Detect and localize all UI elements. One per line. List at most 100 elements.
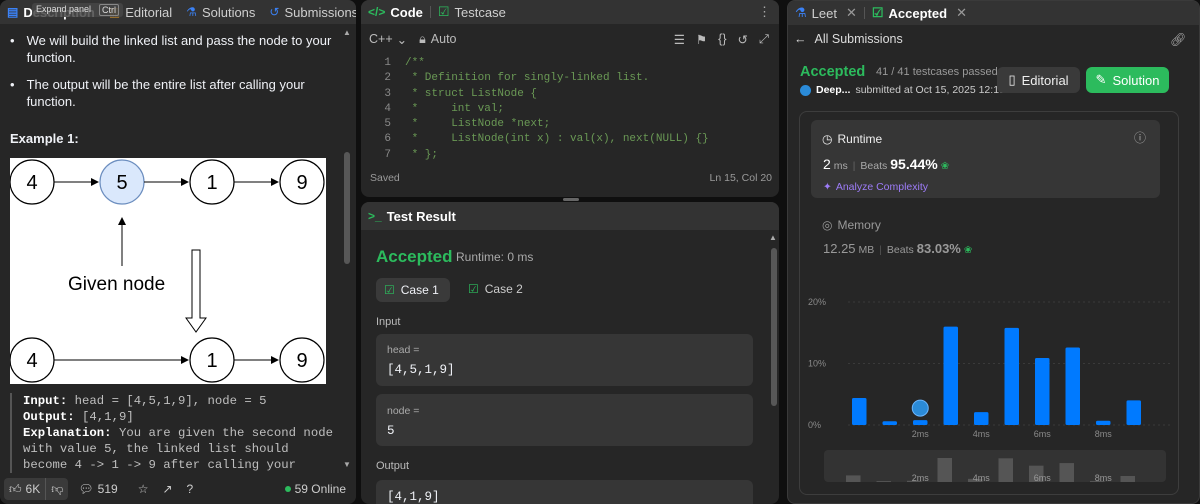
link-icon[interactable]: 🔗︎ — [1170, 32, 1187, 48]
down-arrow — [185, 249, 207, 333]
format-icon[interactable]: ☰ — [674, 32, 685, 47]
auto-mode[interactable]: 🔒︎ Auto — [419, 32, 456, 47]
tab-testcase[interactable]: ☑ Testcase — [431, 4, 513, 20]
case-1-tab[interactable]: ☑ Case 1 — [376, 278, 450, 302]
tab-accepted[interactable]: ☑ Accepted ✕ — [865, 5, 974, 21]
range-tick-label: 8ms — [1095, 473, 1113, 483]
runtime-value: 2 — [823, 156, 831, 172]
bookmark-icon[interactable]: ⚑ — [696, 32, 707, 47]
share-icon[interactable]: ↗ — [162, 482, 172, 496]
language-select[interactable]: C++ ⌄ — [369, 32, 407, 47]
book-icon: ▯ — [1008, 72, 1016, 87]
avatar — [911, 399, 929, 417]
linked-list-diagram: 4 5 1 9 Given node 4 1 9 — [9, 158, 326, 384]
back-to-submissions[interactable]: ← All Submissions — [794, 32, 903, 46]
line-number: 5 — [384, 118, 391, 131]
more-icon[interactable]: ⋮ — [758, 4, 771, 20]
runtime-distribution-chart[interactable]: 20% 10% 0% 2ms 4ms 6ms 8ms 2ms 4ms 6ms 8ms — [800, 282, 1178, 494]
input-value: head = [4,5,1,9], node = 5 — [74, 394, 267, 408]
comments-button[interactable]: 💬︎ 519 — [78, 482, 117, 496]
chart-bar[interactable] — [1065, 347, 1081, 425]
range-selector[interactable] — [824, 450, 1166, 482]
chart-bar[interactable] — [943, 326, 959, 425]
resize-handle[interactable] — [563, 198, 579, 201]
analyze-complexity-link[interactable]: ✦ Analyze Complexity — [823, 181, 928, 193]
code-text: * ListNode *next; — [405, 118, 551, 131]
expand-icon[interactable]: ⤢ — [759, 32, 769, 47]
terminal-icon: >_ — [368, 209, 382, 223]
badge-icon: ❀ — [940, 161, 950, 172]
editorial-button[interactable]: ▯ Editorial — [997, 67, 1080, 93]
star-icon[interactable]: ☆ — [138, 482, 149, 496]
like-button[interactable]: 👍︎ 6K — [4, 478, 46, 500]
help-icon[interactable]: ? — [187, 482, 194, 496]
range-bar — [876, 481, 891, 482]
chart-bar[interactable] — [913, 420, 928, 425]
memory-card[interactable]: ◎ Memory 12.25 MB | Beats 83.03% ❀ — [811, 210, 1160, 270]
dislike-button[interactable]: 👎︎ — [45, 478, 69, 500]
node-label: node = — [387, 405, 420, 417]
runtime-card[interactable]: ◷ Runtime ⓘ 2 ms | Beats 95.44% ❀ ✦ Analyz… — [811, 120, 1160, 198]
info-icon[interactable]: ⓘ — [1134, 129, 1146, 146]
chart-bar[interactable] — [974, 412, 989, 425]
result-scrollbar[interactable] — [771, 248, 777, 406]
code-line: 7 * }; — [361, 148, 779, 160]
code-line: 3 * struct ListNode { — [361, 87, 779, 102]
chart-bar[interactable] — [1035, 357, 1050, 425]
scroll-up-icon[interactable]: ▲ — [769, 233, 777, 242]
chart-bar[interactable] — [1004, 327, 1020, 425]
code-line: 2 * Definition for singly-linked list. — [361, 71, 779, 86]
code-panel: </> Code ☑ Testcase ⋮ C++ ⌄ 🔒︎ Auto ☰ ⚑ {} ↺… — [361, 0, 779, 197]
reset-icon[interactable]: ↺ — [738, 32, 748, 47]
save-status: Saved — [370, 172, 400, 184]
output-section-label: Output — [376, 460, 410, 472]
chart-bar[interactable] — [1126, 400, 1142, 425]
thumbs-down-icon: 👎︎ — [51, 481, 64, 496]
line-number: 7 — [384, 148, 391, 160]
tab-leet[interactable]: ⚗ Leet ✕ — [788, 5, 864, 21]
check-icon: ☑ — [871, 5, 884, 20]
input-section-label: Input — [376, 316, 401, 328]
check-icon: ☑ — [384, 283, 395, 297]
avatar[interactable] — [800, 84, 811, 96]
chart-bar[interactable] — [852, 397, 867, 425]
braces-icon[interactable]: {} — [718, 32, 726, 47]
head-value: [4,5,1,9] — [387, 363, 455, 377]
input-label: Input: — [23, 394, 68, 408]
close-icon[interactable]: ✕ — [956, 5, 967, 21]
line-number: 2 — [384, 72, 391, 85]
memory-label: ◎ Memory — [822, 218, 881, 232]
badge-icon: ❀ — [963, 245, 973, 256]
beats-label: Beats — [886, 244, 914, 256]
scroll-down-icon[interactable]: ▼ — [343, 460, 351, 469]
code-line: 1 /** — [361, 56, 779, 71]
stats-card: ◷ Runtime ⓘ 2 ms | Beats 95.44% ❀ ✦ Analyz… — [799, 111, 1179, 495]
tab-submissions[interactable]: ↺ Submissions — [262, 5, 356, 20]
chart-bar[interactable] — [1096, 420, 1111, 425]
output-value: [4,1,9] — [82, 410, 134, 424]
x-tick-label: 6ms — [1034, 429, 1052, 439]
submission-tab-bar: ⚗ Leet ✕ ☑ Accepted ✕ — [788, 1, 1199, 25]
x-tick-label: 8ms — [1095, 429, 1113, 439]
tab-test-result[interactable]: >_ Test Result — [361, 209, 463, 224]
scroll-up-icon[interactable]: ▲ — [343, 28, 351, 37]
range-tick-label: 2ms — [912, 473, 930, 483]
code-editor[interactable]: 1 /** 2 * Definition for singly-linked lis… — [361, 56, 779, 160]
example-title: Example 1: — [10, 131, 79, 146]
chart-bar[interactable] — [882, 421, 898, 425]
memory-icon: ◎ — [822, 218, 833, 232]
username[interactable]: Deep... — [816, 84, 850, 96]
test-result-panel: >_ Test Result Accepted Runtime: 0 ms ☑ Ca… — [361, 202, 779, 504]
node-input-box: node = 5 — [376, 394, 753, 446]
memory-unit: MB — [858, 244, 875, 256]
solution-button[interactable]: ✎ Solution — [1086, 67, 1169, 93]
close-icon[interactable]: ✕ — [846, 5, 857, 21]
description-scrollbar[interactable] — [344, 152, 350, 264]
result-runtime: Runtime: 0 ms — [456, 250, 534, 264]
node-value: 5 — [387, 424, 395, 438]
case-2-tab[interactable]: ☑ Case 2 — [468, 282, 523, 296]
tab-solutions[interactable]: ⚗ Solutions — [179, 5, 262, 20]
tab-code[interactable]: </> Code — [361, 5, 430, 20]
clock-icon: ◷ — [822, 132, 833, 146]
output-label: Output: — [23, 410, 75, 424]
